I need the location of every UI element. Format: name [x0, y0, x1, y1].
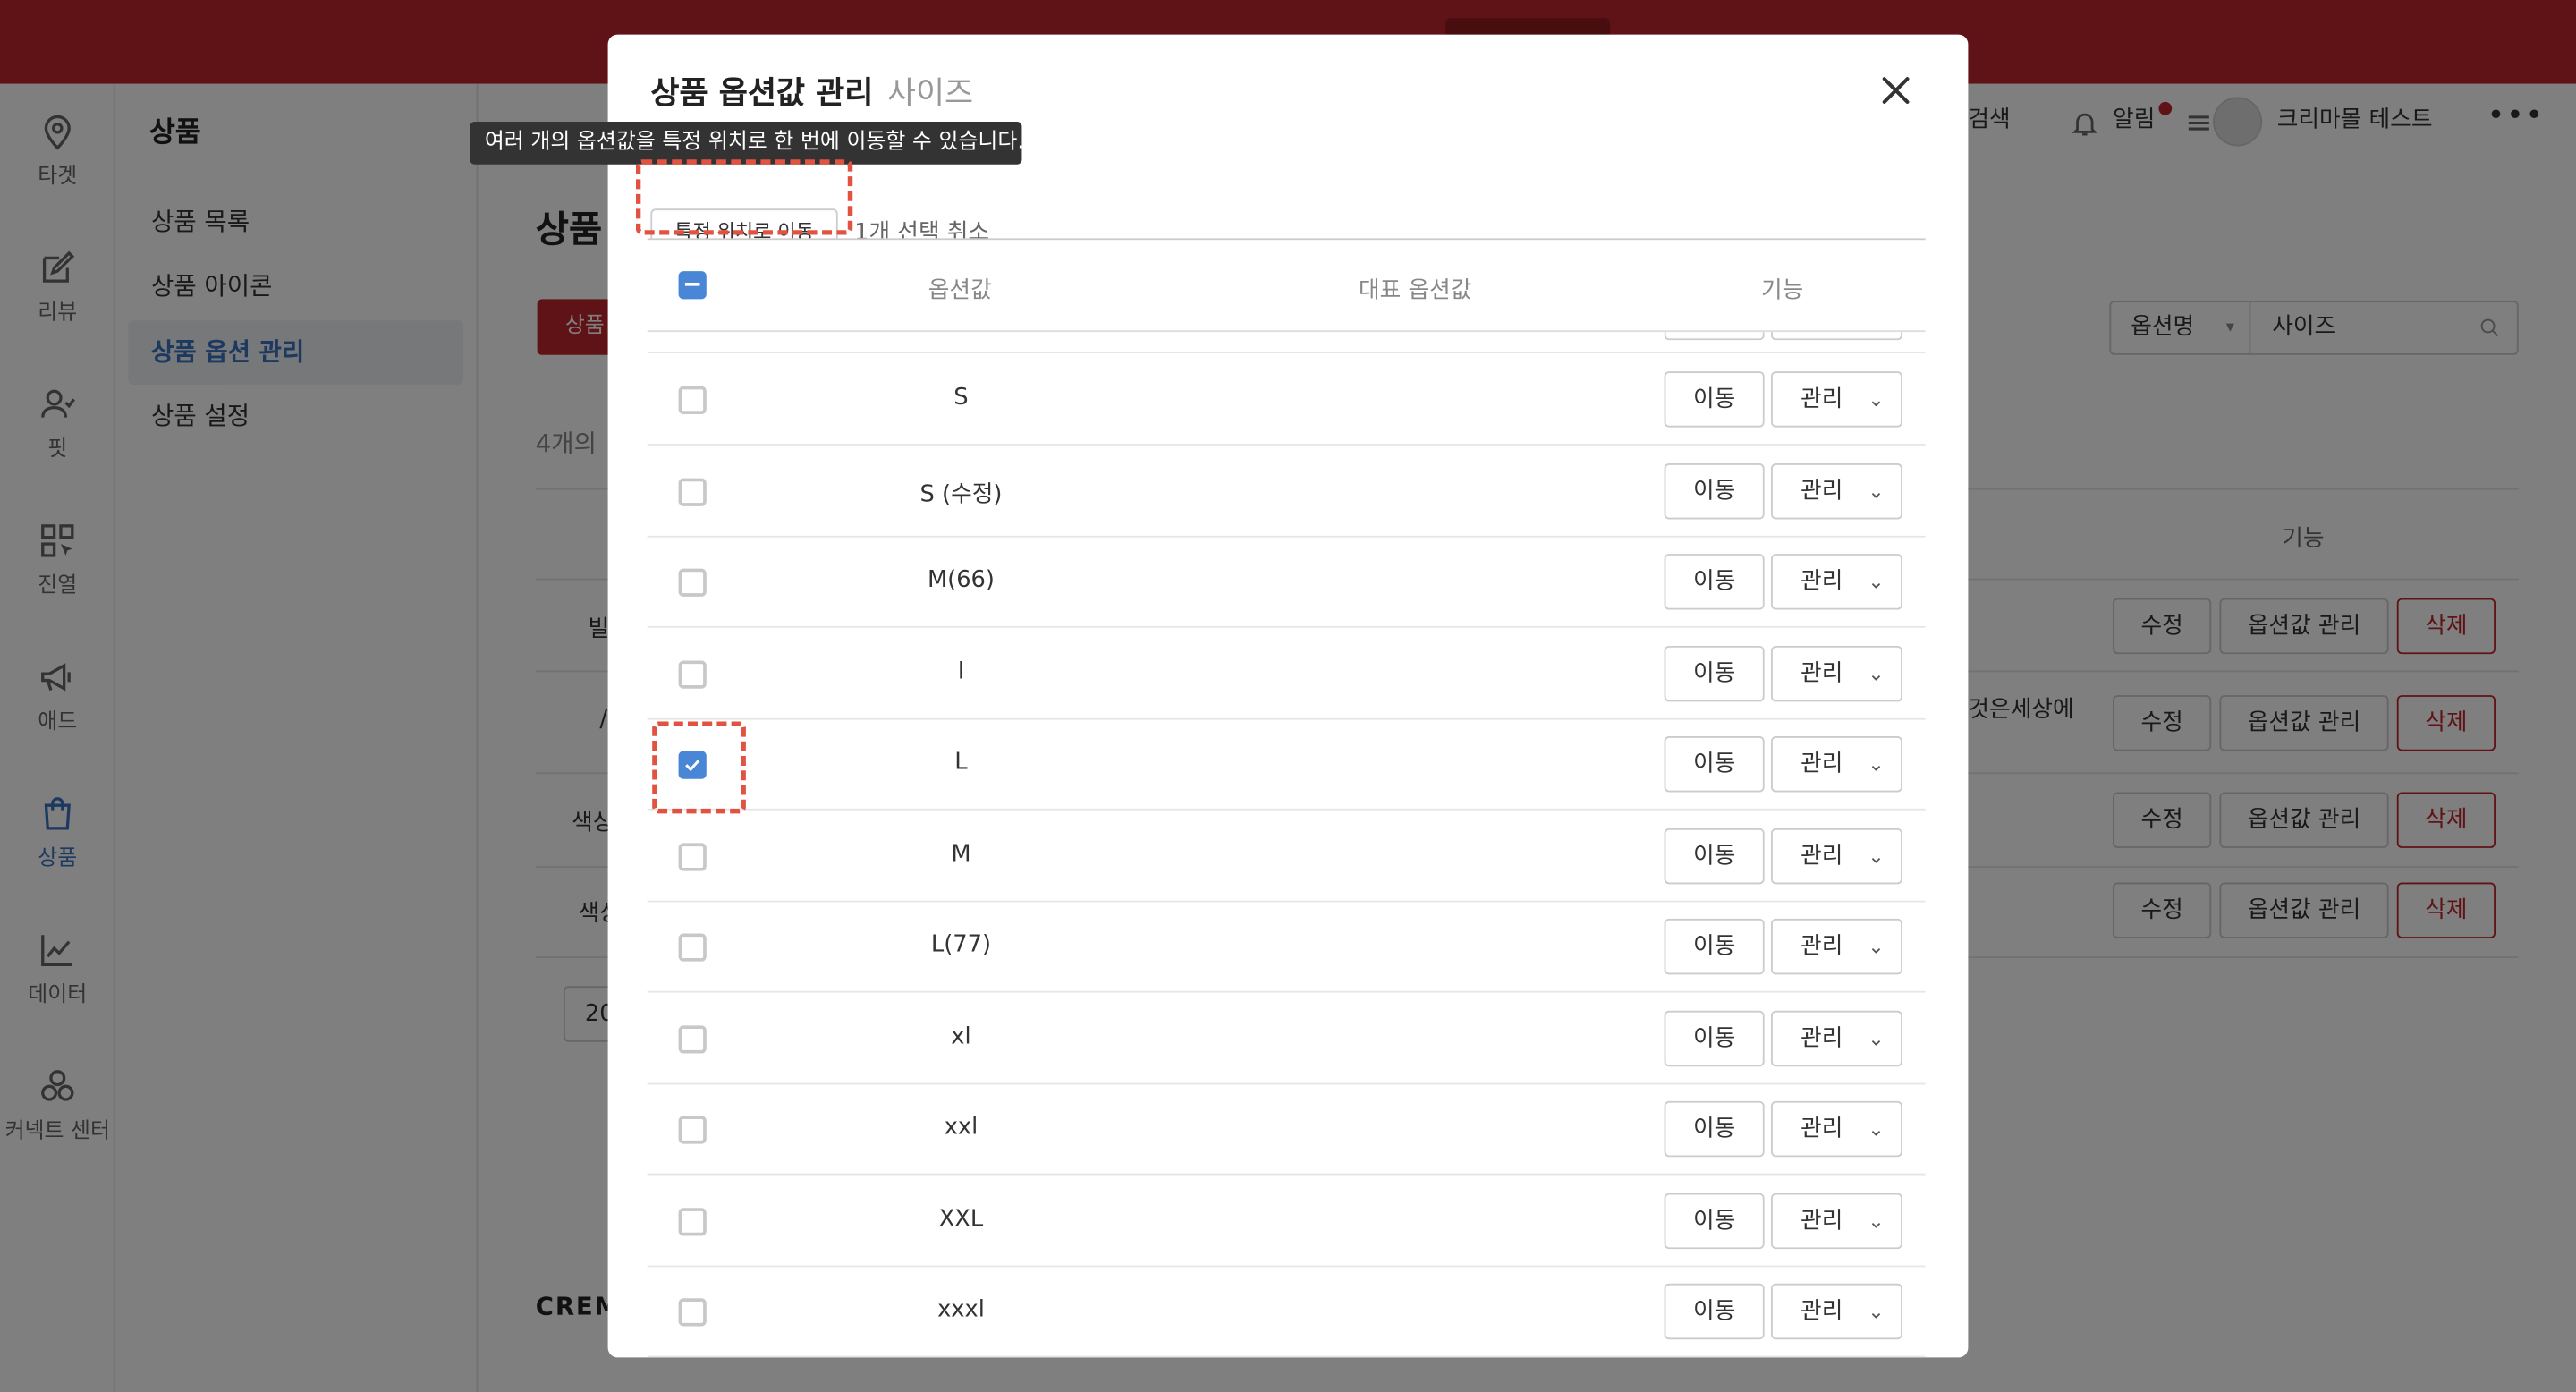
- chevron-down-icon: ⌄: [1868, 1026, 1885, 1049]
- row-manage-dropdown[interactable]: 관리 ⌄: [1770, 918, 1902, 975]
- row-manage-dropdown[interactable]: 관리 ⌄: [1770, 736, 1902, 793]
- modal-title: 상품 옵션값 관리: [650, 75, 874, 112]
- chevron-down-icon: ⌄: [1868, 387, 1885, 412]
- table-row: xxxl 이동 관리 ⌄: [647, 1266, 1926, 1358]
- table-row: l 이동 관리 ⌄: [647, 627, 1926, 719]
- table-row: L(77) 이동 관리 ⌄: [647, 901, 1926, 993]
- manage-label: 관리: [1801, 1298, 1843, 1325]
- table-row: XXL 이동 관리 ⌄: [647, 1175, 1926, 1267]
- column-header-feature: 기능: [1760, 277, 1804, 304]
- chevron-down-icon: ⌄: [1868, 1117, 1885, 1141]
- manage-label: 관리: [1801, 842, 1843, 869]
- option-value: L(77): [930, 931, 992, 959]
- option-value: M: [951, 840, 971, 868]
- row-manage-dropdown[interactable]: 관리 ⌄: [1770, 1009, 1902, 1066]
- option-value: S: [953, 384, 969, 412]
- modal-subtitle: 사이즈: [886, 75, 974, 112]
- option-value: xxl: [944, 1114, 979, 1141]
- row-move-button[interactable]: 이동: [1664, 1100, 1765, 1158]
- option-value: l: [957, 658, 965, 685]
- manage-label: 관리: [1801, 751, 1843, 777]
- chevron-down-icon: ⌄: [1868, 479, 1885, 503]
- row-move-button[interactable]: 이동: [1664, 736, 1765, 793]
- row-move-button[interactable]: 이동: [1664, 1192, 1765, 1249]
- manage-label: 관리: [1801, 386, 1843, 413]
- row-manage-dropdown[interactable]: 관리 ⌄: [1770, 645, 1902, 701]
- option-value: M(66): [927, 566, 995, 594]
- table-row: S (수정) 이동 관리 ⌄: [647, 445, 1926, 537]
- row-manage-dropdown[interactable]: 관리 ⌄: [1770, 554, 1902, 610]
- row-manage-dropdown[interactable]: 관리 ⌄: [1770, 1100, 1902, 1158]
- chevron-down-icon: ⌄: [1868, 1300, 1885, 1323]
- manage-label: 관리: [1801, 933, 1843, 960]
- table-row-partial: [647, 332, 1926, 353]
- chevron-down-icon: ⌄: [1868, 935, 1885, 959]
- move-button-partial[interactable]: [1664, 332, 1765, 341]
- table-header: 옵션값 대표 옵션값 기능: [647, 238, 1926, 333]
- manage-label: 관리: [1801, 1207, 1843, 1234]
- column-header-value: 옵션값: [928, 277, 992, 304]
- column-header-representative: 대표 옵션값: [1358, 277, 1472, 304]
- chevron-down-icon: ⌄: [1868, 661, 1885, 685]
- option-value: XXL: [938, 1205, 984, 1232]
- table-row: L 이동 관리 ⌄: [647, 718, 1926, 811]
- chevron-down-icon: ⌄: [1868, 570, 1885, 594]
- row-manage-dropdown[interactable]: 관리 ⌄: [1770, 371, 1902, 428]
- manage-button-partial[interactable]: [1770, 332, 1902, 341]
- manage-label: 관리: [1801, 1024, 1843, 1051]
- row-move-button[interactable]: 이동: [1664, 827, 1765, 884]
- option-value: xxxl: [937, 1296, 985, 1323]
- manage-label: 관리: [1801, 659, 1843, 686]
- chevron-down-icon: ⌄: [1868, 1209, 1885, 1232]
- select-all-checkbox[interactable]: [678, 271, 707, 300]
- highlight-checked-row: [652, 721, 746, 814]
- row-move-button[interactable]: 이동: [1664, 1283, 1765, 1340]
- table-row: xxl 이동 관리 ⌄: [647, 1083, 1926, 1176]
- row-manage-dropdown[interactable]: 관리 ⌄: [1770, 463, 1902, 519]
- chevron-down-icon: ⌄: [1868, 844, 1885, 868]
- row-move-button[interactable]: 이동: [1664, 554, 1765, 610]
- row-move-button[interactable]: 이동: [1664, 645, 1765, 701]
- app-root: 타겟 리뷰 핏 진열 애드 상품 데이터 커넥트 센터: [0, 0, 2576, 1392]
- row-manage-dropdown[interactable]: 관리 ⌄: [1770, 1283, 1902, 1340]
- row-move-button[interactable]: 이동: [1664, 463, 1765, 519]
- minus-icon: [684, 282, 700, 286]
- table-row: S 이동 관리 ⌄: [647, 353, 1926, 446]
- tooltip: 여러 개의 옵션값을 특정 위치로 한 번에 이동할 수 있습니다.: [470, 121, 1024, 165]
- option-value: S (수정): [919, 480, 1003, 507]
- table-row: M(66) 이동 관리 ⌄: [647, 536, 1926, 628]
- row-move-button[interactable]: 이동: [1664, 918, 1765, 975]
- manage-label: 관리: [1801, 477, 1843, 505]
- manage-label: 관리: [1801, 1116, 1843, 1142]
- table-row: M 이동 관리 ⌄: [647, 810, 1926, 902]
- chevron-down-icon: ⌄: [1868, 752, 1885, 777]
- row-manage-dropdown[interactable]: 관리 ⌄: [1770, 1192, 1902, 1249]
- option-value: xl: [951, 1023, 971, 1049]
- close-icon[interactable]: [1877, 71, 1916, 110]
- row-move-button[interactable]: 이동: [1664, 371, 1765, 428]
- row-move-button[interactable]: 이동: [1664, 1009, 1765, 1066]
- manage-label: 관리: [1801, 568, 1843, 596]
- highlight-move-button: [635, 159, 853, 235]
- row-manage-dropdown[interactable]: 관리 ⌄: [1770, 827, 1902, 884]
- table-row: xl 이동 관리 ⌄: [647, 992, 1926, 1084]
